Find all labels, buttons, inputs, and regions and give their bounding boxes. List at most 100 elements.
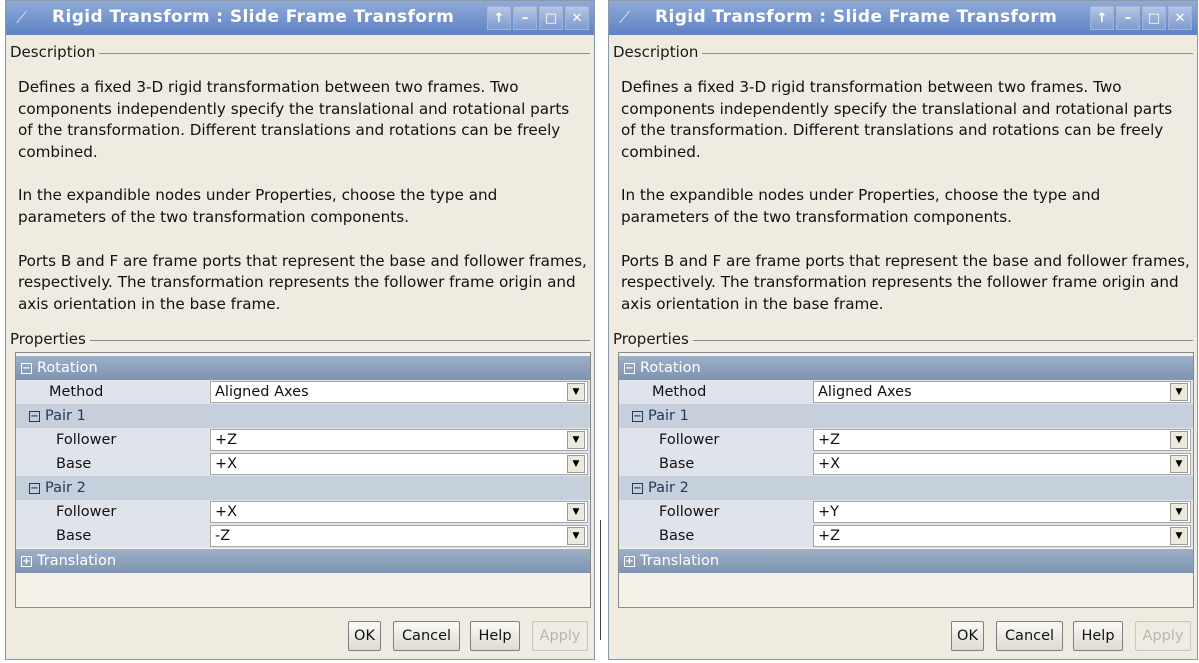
collapse-icon[interactable]: −	[29, 482, 40, 494]
collapse-icon[interactable]: −	[632, 410, 643, 422]
pair1-follower-row: Follower +Z ▼	[619, 428, 1193, 452]
cancel-button[interactable]: Cancel	[393, 621, 460, 651]
pair2-base-row: Base +Z ▼	[619, 524, 1193, 548]
description-group-label: Description	[10, 43, 100, 61]
method-value: Aligned Axes	[818, 384, 912, 400]
pair1-base-row: Base +X ▼	[619, 452, 1193, 476]
dropdown-icon[interactable]: ▼	[1170, 527, 1188, 545]
follower-value: +Z	[215, 432, 238, 448]
properties-tree: − Rotation Method Aligned Axes ▼ − Pair 1 …	[15, 352, 591, 608]
properties-divider	[613, 340, 1193, 341]
pair2-follower-row: Follower +X ▼	[16, 500, 590, 524]
help-button[interactable]: Help	[1073, 621, 1123, 651]
close-button[interactable]: ✕	[1168, 6, 1192, 30]
dropdown-icon[interactable]: ▼	[567, 527, 585, 545]
follower-label: Follower	[659, 432, 720, 448]
collapse-icon[interactable]: −	[29, 410, 40, 422]
dropdown-icon[interactable]: ▼	[1170, 383, 1188, 401]
base-label: Base	[56, 456, 92, 472]
collapse-icon[interactable]: −	[632, 482, 643, 494]
description-paragraph: Defines a fixed 3-D rigid transformation…	[18, 78, 570, 161]
close-button[interactable]: ✕	[565, 6, 589, 30]
minimize-button[interactable]: –	[1116, 6, 1140, 30]
help-button[interactable]: Help	[470, 621, 520, 651]
pair2-node[interactable]: − Pair 2	[619, 476, 1193, 500]
description-paragraph: Ports B and F are frame ports that repre…	[621, 251, 1190, 313]
dropdown-icon[interactable]: ▼	[567, 455, 585, 473]
collapse-icon[interactable]: −	[21, 362, 32, 374]
pair1-base-select[interactable]: +X ▼	[210, 453, 588, 475]
rigid-transform-dialog-right: ⟋ Rigid Transform : Slide Frame Transfor…	[608, 0, 1198, 660]
dropdown-icon[interactable]: ▼	[1170, 455, 1188, 473]
collapse-icon[interactable]: −	[624, 362, 635, 374]
minimize-button[interactable]: –	[513, 6, 537, 30]
follower-value: +X	[215, 504, 238, 520]
description-paragraph: In the expandible nodes under Properties…	[621, 186, 1101, 226]
description-paragraph: Ports B and F are frame ports that repre…	[18, 251, 587, 313]
title-bar[interactable]: ⟋ Rigid Transform : Slide Frame Transfor…	[609, 1, 1197, 35]
follower-label: Follower	[56, 504, 117, 520]
dropdown-icon[interactable]: ▼	[1170, 431, 1188, 449]
pair1-follower-select[interactable]: +Z ▼	[210, 429, 588, 451]
properties-group-label: Properties	[613, 330, 693, 348]
cancel-button[interactable]: Cancel	[996, 621, 1063, 651]
pair2-label: Pair 2	[648, 480, 689, 496]
translation-label: Translation	[640, 553, 720, 569]
description-paragraph: In the expandible nodes under Properties…	[18, 186, 498, 226]
dropdown-icon[interactable]: ▼	[567, 431, 585, 449]
properties-group-label: Properties	[10, 330, 90, 348]
divider-line	[600, 520, 601, 640]
pair1-node[interactable]: − Pair 1	[16, 404, 590, 428]
method-select[interactable]: Aligned Axes ▼	[210, 381, 588, 403]
pair1-node[interactable]: − Pair 1	[619, 404, 1193, 428]
pair2-follower-select[interactable]: +Y ▼	[813, 501, 1191, 523]
shade-button[interactable]: ↑	[1090, 6, 1114, 30]
title-bar[interactable]: ⟋ Rigid Transform : Slide Frame Transfor…	[6, 1, 594, 35]
pair2-base-row: Base -Z ▼	[16, 524, 590, 548]
follower-label: Follower	[659, 504, 720, 520]
translation-node[interactable]: + Translation	[16, 549, 590, 573]
maximize-button[interactable]: □	[539, 6, 563, 30]
dropdown-icon[interactable]: ▼	[567, 503, 585, 521]
pair2-base-select[interactable]: -Z ▼	[210, 525, 588, 547]
pair2-base-select[interactable]: +Z ▼	[813, 525, 1191, 547]
dropdown-icon[interactable]: ▼	[1170, 503, 1188, 521]
pair2-label: Pair 2	[45, 480, 86, 496]
pair2-node[interactable]: − Pair 2	[16, 476, 590, 500]
ok-button[interactable]: OK	[348, 621, 381, 651]
ok-button[interactable]: OK	[951, 621, 984, 651]
pair2-follower-select[interactable]: +X ▼	[210, 501, 588, 523]
pair1-base-select[interactable]: +X ▼	[813, 453, 1191, 475]
method-select[interactable]: Aligned Axes ▼	[813, 381, 1191, 403]
base-value: -Z	[215, 528, 231, 544]
base-value: +X	[215, 456, 238, 472]
pair1-base-row: Base +X ▼	[16, 452, 590, 476]
properties-tree: − Rotation Method Aligned Axes ▼ − Pair 1 …	[618, 352, 1194, 608]
expand-icon[interactable]: +	[624, 555, 635, 567]
shade-button[interactable]: ↑	[487, 6, 511, 30]
rotation-label: Rotation	[37, 360, 98, 376]
pair2-follower-row: Follower +Y ▼	[619, 500, 1193, 524]
window-title: Rigid Transform : Slide Frame Transform	[52, 7, 455, 27]
description-group-label: Description	[613, 43, 703, 61]
window-title: Rigid Transform : Slide Frame Transform	[655, 7, 1058, 27]
base-value: +Z	[818, 528, 841, 544]
translation-node[interactable]: + Translation	[619, 549, 1193, 573]
apply-button: Apply	[1135, 621, 1191, 651]
expand-icon[interactable]: +	[21, 555, 32, 567]
method-row: Method Aligned Axes ▼	[16, 380, 590, 404]
description-text: Defines a fixed 3-D rigid transformation…	[621, 77, 1191, 337]
rotation-node[interactable]: − Rotation	[619, 356, 1193, 380]
app-icon: ⟋	[16, 8, 28, 27]
pair1-follower-select[interactable]: +Z ▼	[813, 429, 1191, 451]
rigid-transform-dialog-left: ⟋ Rigid Transform : Slide Frame Transfor…	[5, 0, 595, 660]
base-label: Base	[659, 456, 695, 472]
method-label: Method	[49, 384, 104, 400]
description-text: Defines a fixed 3-D rigid transformation…	[18, 77, 588, 337]
dropdown-icon[interactable]: ▼	[567, 383, 585, 401]
follower-label: Follower	[56, 432, 117, 448]
pair1-follower-row: Follower +Z ▼	[16, 428, 590, 452]
rotation-node[interactable]: − Rotation	[16, 356, 590, 380]
follower-value: +Y	[818, 504, 840, 520]
maximize-button[interactable]: □	[1142, 6, 1166, 30]
